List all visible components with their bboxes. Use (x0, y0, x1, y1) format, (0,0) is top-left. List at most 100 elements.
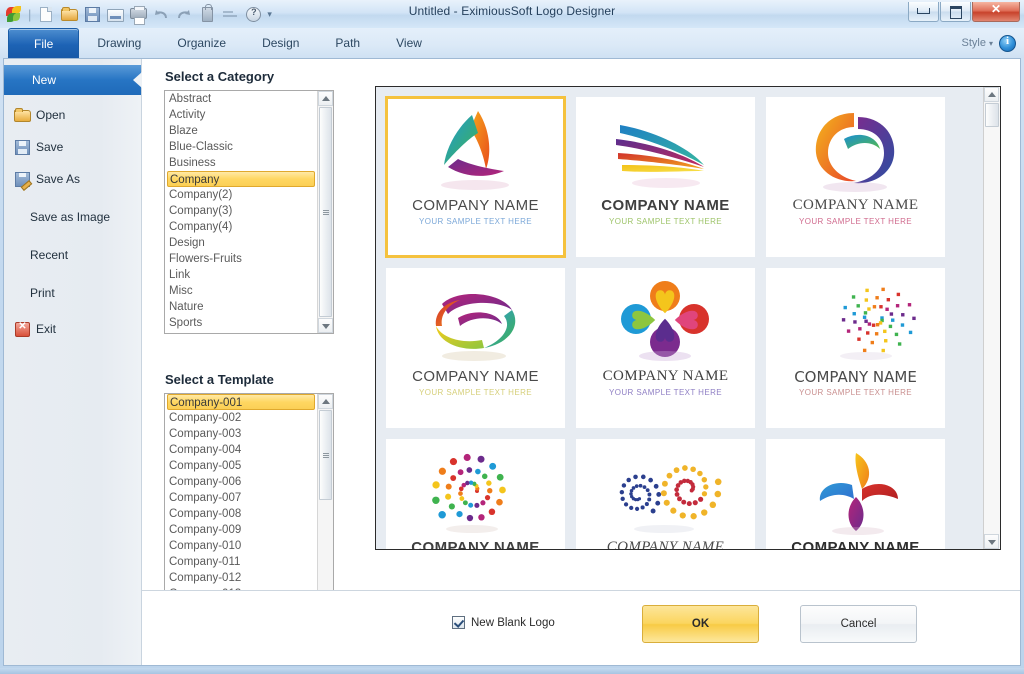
category-item-blue-classic[interactable]: Blue-Classic (165, 139, 317, 155)
template-scrollbar[interactable] (317, 394, 333, 617)
floppy-save-icon (14, 139, 30, 155)
ribbon-tabs: File Drawing Organize Design Path View (8, 28, 440, 58)
category-scrollbar[interactable] (317, 91, 333, 333)
scroll-down-icon[interactable] (318, 318, 333, 333)
category-item-activity[interactable]: Activity (165, 107, 317, 123)
logo-sample-text: YOUR SAMPLE TEXT HERE (418, 217, 533, 226)
logo-company-name: COMPANY NAME (794, 368, 917, 386)
template-item-company-012[interactable]: Company-012 (165, 570, 317, 586)
template-thumbnail[interactable]: COMPANY NAME YOUR SAMPLE TEXT HERE (766, 97, 945, 257)
logo-artwork-petal-fan (766, 445, 945, 537)
template-thumbnail[interactable]: COMPANY NAME (386, 439, 565, 549)
tab-file[interactable]: File (8, 28, 80, 58)
minimize-button[interactable] (908, 2, 939, 22)
template-thumbnail[interactable]: COMPANY NAME YOUR SAMPLE TEXT HERE (386, 268, 565, 428)
template-thumbnail[interactable]: COMPANY NAME (766, 439, 945, 549)
logo-artwork-heart-flower (576, 274, 755, 366)
template-item-company-005[interactable]: Company-005 (165, 458, 317, 474)
template-item-company-001[interactable]: Company-001 (167, 394, 315, 410)
category-item-link[interactable]: Link (165, 267, 317, 283)
logo-artwork-dot-spiral (766, 274, 945, 366)
info-icon[interactable] (999, 34, 1016, 52)
maximize-button[interactable] (940, 2, 971, 22)
category-item-blaze[interactable]: Blaze (165, 123, 317, 139)
sidebar-item-new[interactable]: New (4, 65, 142, 95)
template-listbox[interactable]: Company-001 Company-002 Company-003 Company… (164, 393, 334, 618)
category-item-flowers-fruits[interactable]: Flowers-Fruits (165, 251, 317, 267)
category-item-misc[interactable]: Misc (165, 283, 317, 299)
category-list-items: Abstract Activity Blaze Blue-Classic Busines… (165, 91, 317, 333)
template-thumbnail[interactable]: COMPANY NAME YOUR SAMPLE TEXT HERE (576, 268, 755, 428)
sidebar-item-recent[interactable]: Recent (4, 239, 141, 271)
category-listbox[interactable]: Abstract Activity Blaze Blue-Classic Busines… (164, 90, 334, 334)
category-item-company[interactable]: Company (167, 171, 315, 187)
scroll-up-icon[interactable] (318, 394, 333, 409)
cancel-button[interactable]: Cancel (800, 605, 917, 643)
sidebar-item-save-as-image[interactable]: Save as Image (4, 201, 141, 233)
category-item-nature[interactable]: Nature (165, 299, 317, 315)
scroll-down-icon[interactable] (984, 534, 999, 549)
category-item-business[interactable]: Business (165, 155, 317, 171)
category-item-company-3-[interactable]: Company(3) (165, 203, 317, 219)
category-item-sports[interactable]: Sports (165, 315, 317, 331)
exit-icon (14, 321, 30, 337)
window-bottom-chrome (0, 668, 1024, 674)
sidebar-item-label: Save (36, 140, 64, 154)
scrollbar-thumb[interactable] (319, 410, 332, 500)
logo-sample-text: YOUR SAMPLE TEXT HERE (418, 388, 533, 397)
tab-drawing[interactable]: Drawing (79, 28, 159, 58)
category-item-design[interactable]: Design (165, 235, 317, 251)
ok-button[interactable]: OK (642, 605, 759, 643)
template-thumbnail[interactable]: COMPANY NAME YOUR SAMPLE TEXT HERE (576, 97, 755, 257)
template-item-company-004[interactable]: Company-004 (165, 442, 317, 458)
logo-artwork-tri-swoosh (386, 103, 565, 195)
template-item-company-002[interactable]: Company-002 (165, 410, 317, 426)
tab-organize[interactable]: Organize (159, 28, 244, 58)
sidebar-item-open[interactable]: Open (4, 99, 141, 131)
chevron-down-icon[interactable]: ▾ (989, 39, 993, 48)
grip-icon (322, 452, 329, 459)
template-item-company-006[interactable]: Company-006 (165, 474, 317, 490)
close-button[interactable]: ✕ (972, 2, 1020, 22)
sidebar-item-print[interactable]: Print (4, 277, 141, 309)
preview-scrollbar[interactable] (983, 87, 1000, 549)
tab-design[interactable]: Design (244, 28, 317, 58)
sidebar-item-exit[interactable]: Exit (4, 313, 141, 345)
new-blank-logo-checkbox[interactable]: New Blank Logo (452, 616, 555, 629)
logo-artwork-wing-strokes (576, 103, 755, 195)
template-item-company-007[interactable]: Company-007 (165, 490, 317, 506)
scrollbar-thumb[interactable] (319, 107, 332, 317)
save-as-icon (14, 171, 30, 187)
sidebar-item-save-as[interactable]: Save As (4, 163, 141, 195)
template-item-company-003[interactable]: Company-003 (165, 426, 317, 442)
template-thumbnail[interactable]: COMPANY NAME (576, 439, 755, 549)
title-bar: | ▾ Untitled - EximiousSoft Logo Designe… (0, 0, 1024, 28)
grip-icon (322, 209, 329, 216)
scrollbar-thumb[interactable] (985, 103, 999, 127)
tab-path[interactable]: Path (317, 28, 378, 58)
template-thumbnail[interactable]: COMPANY NAME YOUR SAMPLE TEXT HERE (385, 96, 566, 258)
backstage-menu: New Open Save Save As Save as Image Rece… (4, 59, 142, 665)
logo-artwork-dot-twin (576, 445, 755, 537)
scroll-up-icon[interactable] (984, 87, 999, 102)
logo-company-name: COMPANY NAME (412, 368, 539, 385)
template-item-company-008[interactable]: Company-008 (165, 506, 317, 522)
style-menu[interactable]: Style (962, 37, 986, 49)
template-item-company-009[interactable]: Company-009 (165, 522, 317, 538)
tab-view[interactable]: View (378, 28, 440, 58)
sidebar-item-save[interactable]: Save (4, 131, 141, 163)
template-item-company-010[interactable]: Company-010 (165, 538, 317, 554)
checkbox-icon[interactable] (452, 616, 465, 629)
category-item-company-4-[interactable]: Company(4) (165, 219, 317, 235)
template-thumbnail[interactable]: COMPANY NAME YOUR SAMPLE TEXT HERE (766, 268, 945, 428)
sidebar-item-label: Save As (36, 172, 81, 186)
template-preview-pane[interactable]: COMPANY NAME YOUR SAMPLE TEXT HERE COMPANY… (375, 86, 1001, 550)
logo-artwork-oval-swirl (386, 274, 565, 366)
ribbon-tab-bar: File Drawing Organize Design Path View S… (0, 28, 1024, 58)
scroll-up-icon[interactable] (318, 91, 333, 106)
template-item-company-011[interactable]: Company-011 (165, 554, 317, 570)
category-item-abstract[interactable]: Abstract (165, 91, 317, 107)
category-item-company-2-[interactable]: Company(2) (165, 187, 317, 203)
logo-sample-text: YOUR SAMPLE TEXT HERE (798, 388, 913, 397)
window-controls: ✕ (907, 2, 1020, 22)
